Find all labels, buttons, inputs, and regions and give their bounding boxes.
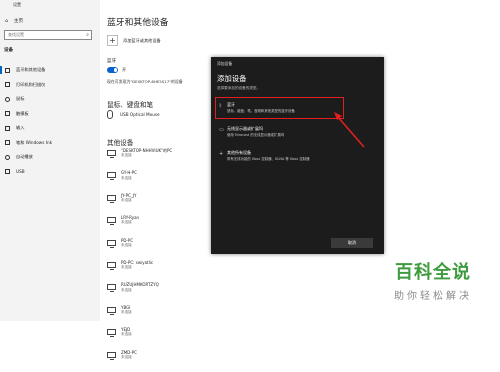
toggle-state-label: 开	[122, 67, 127, 72]
list-item[interactable]: RUZUJHMKORTZYQ 未连接	[107, 282, 172, 304]
device-status: 未连接	[121, 153, 132, 158]
computer-icon	[107, 284, 116, 293]
sidebar-section-label: 设备	[4, 48, 13, 53]
home-nav[interactable]: ⌂ 主页	[5, 18, 24, 25]
dialog-subtitle: 选择要添加的设备的类型。	[217, 86, 261, 90]
computer-icon	[107, 194, 116, 203]
sidebar-item-label: 打印机和扫描仪	[16, 81, 46, 87]
device-status: 未连接	[121, 242, 132, 247]
device-status: 未连接	[121, 309, 132, 314]
bluetooth-label: 蓝牙	[107, 59, 117, 64]
monitor-icon: ▭	[219, 127, 224, 133]
device-status: 未连接	[121, 175, 132, 180]
option-everything-else[interactable]: + 其他所有设备 带有无线功能的 Xbox 控制器、DLNA 等 Xbox 控制…	[219, 150, 369, 167]
cancel-button[interactable]: 取消	[331, 238, 373, 248]
bluetooth-toggle[interactable]	[107, 67, 118, 73]
option-wireless-display[interactable]: ▭ 无线显示器或扩展坞 使用 Miracast 的无线显示器或扩展坞	[219, 126, 369, 143]
dialog-title: 添加设备	[217, 61, 233, 66]
mouse-device-item[interactable]: USB Optical Mouse	[107, 110, 160, 119]
mouse-icon	[5, 96, 10, 102]
list-item[interactable]: GY-H-PC 未连接	[107, 170, 172, 192]
list-item[interactable]: JY-PC_JY 未连接	[107, 193, 172, 215]
sidebar-item-label: 触摸板	[16, 110, 29, 116]
device-status: 未连接	[121, 197, 132, 202]
discoverable-text: 现在可发现为"DESKTOP-6HE5S17"的设备	[107, 79, 183, 84]
device-status: 未连接	[121, 265, 132, 270]
device-status: 未连接	[121, 220, 132, 225]
mouse-icon	[107, 110, 113, 119]
sidebar-item-touchpad[interactable]: 触摸板	[0, 107, 100, 122]
computer-icon	[107, 239, 116, 248]
device-name: GY-H-PC	[121, 170, 137, 176]
sidebar-item-pen[interactable]: 笔和 Windows Ink	[0, 136, 100, 151]
device-name: PD-PC	[121, 237, 134, 243]
sidebar-item-bluetooth[interactable]: 蓝牙和其他设备	[0, 63, 100, 78]
sidebar: 设置 ⌂ 主页 查找设置 ⌕ 设备 蓝牙和其他设备 打印机和扫描仪 鼠标 触摸板…	[0, 0, 100, 321]
plus-icon: +	[219, 151, 224, 157]
watermark-logo: 百科全说	[395, 262, 471, 283]
add-device-button[interactable]: + 添加蓝牙或其他设备	[107, 35, 161, 46]
search-icon[interactable]: ⌕	[86, 31, 89, 39]
device-status: 未连接	[121, 354, 132, 359]
home-icon: ⌂	[5, 18, 8, 24]
window-title: 设置	[13, 2, 21, 7]
other-devices-list: "DESKTOP-NHHVIUK"的PC 未连接 GY-H-PC 未连接 JY-PC…	[107, 148, 172, 372]
usb-icon	[5, 169, 10, 175]
plus-icon: +	[107, 35, 118, 46]
printer-icon	[5, 82, 10, 88]
search-input[interactable]: 查找设置 ⌕	[4, 30, 92, 40]
computer-icon	[107, 261, 116, 270]
device-status: 未连接	[121, 332, 132, 337]
home-label: 主页	[13, 19, 24, 24]
autoplay-icon	[5, 154, 10, 160]
sidebar-item-autoplay[interactable]: 自动播放	[0, 150, 100, 165]
touchpad-icon	[5, 111, 10, 117]
computer-icon	[107, 329, 116, 338]
list-item[interactable]: PD-PC: swiyatlic 未连接	[107, 260, 172, 282]
add-device-label: 添加蓝牙或其他设备	[123, 37, 161, 43]
sidebar-item-label: 鼠标	[16, 96, 25, 102]
device-name: RUZUJHMKORTZYQ	[121, 282, 159, 288]
sidebar-item-label: USB	[16, 169, 25, 175]
list-item[interactable]: PD-PC 未连接	[107, 238, 172, 260]
sidebar-item-label: 自动播放	[16, 154, 33, 160]
computer-icon	[107, 150, 116, 158]
list-item[interactable]: ZMD-PC 未连接	[107, 350, 172, 372]
mouse-section-title: 鼠标、键盘和笔	[107, 101, 154, 109]
watermark-tagline: 助你轻松解决	[394, 291, 472, 302]
page-title: 蓝牙和其他设备	[107, 18, 169, 28]
list-item[interactable]: YEJD 未连接	[107, 327, 172, 349]
other-devices-title: 其他设备	[107, 139, 134, 147]
list-item[interactable]: LRY-Ryan 未连接	[107, 215, 172, 237]
sidebar-item-label: 笔和 Windows Ink	[16, 139, 53, 145]
sidebar-item-typing[interactable]: 输入	[0, 121, 100, 136]
computer-icon	[107, 217, 116, 226]
device-name: ZMD-PC	[121, 349, 137, 355]
mouse-device-name: USB Optical Mouse	[120, 112, 160, 117]
sidebar-item-mouse[interactable]: 鼠标	[0, 92, 100, 107]
sidebar-item-printers[interactable]: 打印机和扫描仪	[0, 78, 100, 93]
option-desc: 带有无线功能的 Xbox 控制器、DLNA 等 Xbox 控制器	[227, 157, 310, 161]
bluetooth-devices-icon	[5, 67, 10, 73]
dialog-heading: 添加设备	[217, 74, 247, 83]
computer-icon	[107, 351, 116, 360]
sidebar-item-label: 输入	[16, 125, 25, 131]
highlight-box	[215, 97, 344, 119]
keyboard-icon	[5, 125, 10, 131]
watermark: 百科全说 助你轻松解决	[378, 262, 488, 302]
option-desc: 使用 Miracast 的无线显示器或扩展坞	[227, 133, 285, 137]
settings-window: 设置 ⌂ 主页 查找设置 ⌕ 设备 蓝牙和其他设备 打印机和扫描仪 鼠标 触摸板…	[0, 0, 500, 360]
list-item[interactable]: "DESKTOP-NHHVIUK"的PC 未连接	[107, 148, 172, 170]
list-item[interactable]: YBGI 未连接	[107, 305, 172, 327]
search-placeholder: 查找设置	[8, 32, 24, 37]
sidebar-item-usb[interactable]: USB	[0, 165, 100, 180]
pen-icon	[5, 140, 10, 146]
computer-icon	[107, 172, 116, 181]
sidebar-item-label: 蓝牙和其他设备	[16, 67, 46, 73]
add-device-dialog: 添加设备 添加设备 选择要添加的设备的类型。 ᛒ 蓝牙 鼠标、键盘、笔、音频和其…	[211, 57, 384, 254]
device-status: 未连接	[121, 287, 132, 292]
computer-icon	[107, 306, 116, 315]
sidebar-nav: 蓝牙和其他设备 打印机和扫描仪 鼠标 触摸板 输入 笔和 Windows Ink	[0, 63, 100, 179]
